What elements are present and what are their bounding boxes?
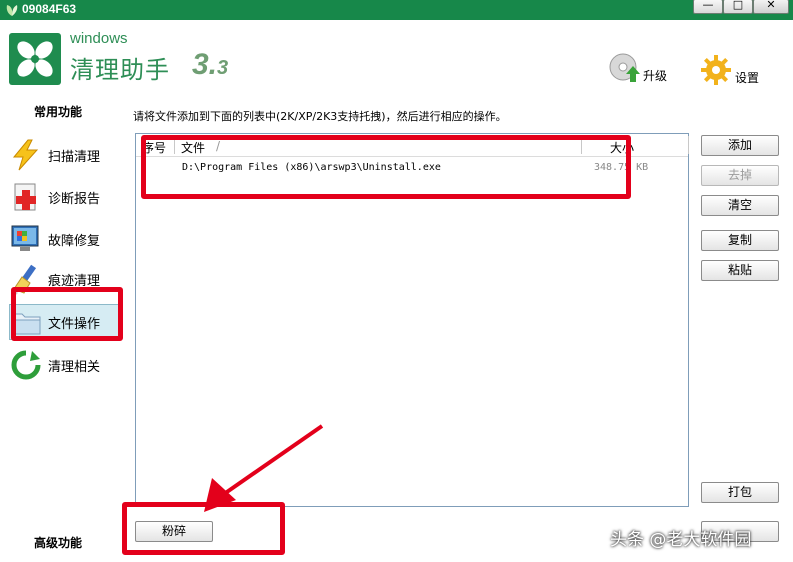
brand-version: 3.3 (192, 48, 229, 81)
sidebar-item-fault-repair[interactable]: 故障修复 (10, 222, 122, 256)
clear-button[interactable]: 清空 (701, 195, 779, 216)
brand-name: 清理助手 (70, 56, 170, 84)
window-title: 09084F63 (22, 2, 77, 16)
sidebar-item-label: 清理相关 (48, 359, 101, 375)
copy-button[interactable]: 复制 (701, 230, 779, 251)
gear-icon (701, 55, 731, 85)
instruction-text: 请将文件添加到下面的列表中(2K/XP/2K3支持托拽)，然后进行相应的操作。 (133, 110, 507, 123)
annotation-box-file-list (141, 135, 631, 199)
annotation-arrow (204, 424, 324, 512)
title-bar: 09084F63 — □ ✕ (0, 0, 793, 20)
sidebar-item-label: 故障修复 (48, 233, 101, 249)
sidebar-item-label: 诊断报告 (48, 191, 101, 207)
remove-button[interactable]: 去掉 (701, 165, 779, 186)
app-logo-icon (9, 33, 61, 85)
sidebar-item-label: 扫描清理 (48, 149, 101, 165)
sidebar-item-scan-clean[interactable]: 扫描清理 (10, 138, 122, 172)
settings-label: 设置 (735, 71, 760, 85)
maximize-button[interactable]: □ (723, 0, 753, 14)
annotation-box-file-operation (11, 287, 123, 341)
monitor-repair-icon (11, 225, 39, 251)
lightning-icon (12, 139, 39, 171)
upgrade-button[interactable]: 升级 (608, 52, 667, 84)
refresh-icon (11, 350, 41, 380)
watermark-text: 头条 @老大软件园 (610, 530, 752, 550)
close-button[interactable]: ✕ (753, 0, 789, 14)
sidebar-item-clean-related[interactable]: 清理相关 (10, 348, 122, 382)
brand-subtitle: windows (70, 30, 128, 47)
sidebar-item-label: 痕迹清理 (48, 273, 101, 289)
sidebar-item-diagnosis-report[interactable]: 诊断报告 (10, 180, 122, 214)
app-leaf-icon (6, 5, 18, 16)
pack-button[interactable]: 打包 (701, 482, 779, 503)
settings-button[interactable]: 设置 (700, 54, 759, 86)
paste-button[interactable]: 粘贴 (701, 260, 779, 281)
minimize-button[interactable]: — (693, 0, 723, 14)
add-button[interactable]: 添加 (701, 135, 779, 156)
medical-report-icon (14, 183, 36, 211)
cd-upgrade-icon (609, 53, 640, 82)
advanced-functions-heading: 高级功能 (34, 536, 83, 550)
common-functions-heading: 常用功能 (34, 105, 83, 119)
upgrade-label: 升级 (643, 69, 668, 83)
